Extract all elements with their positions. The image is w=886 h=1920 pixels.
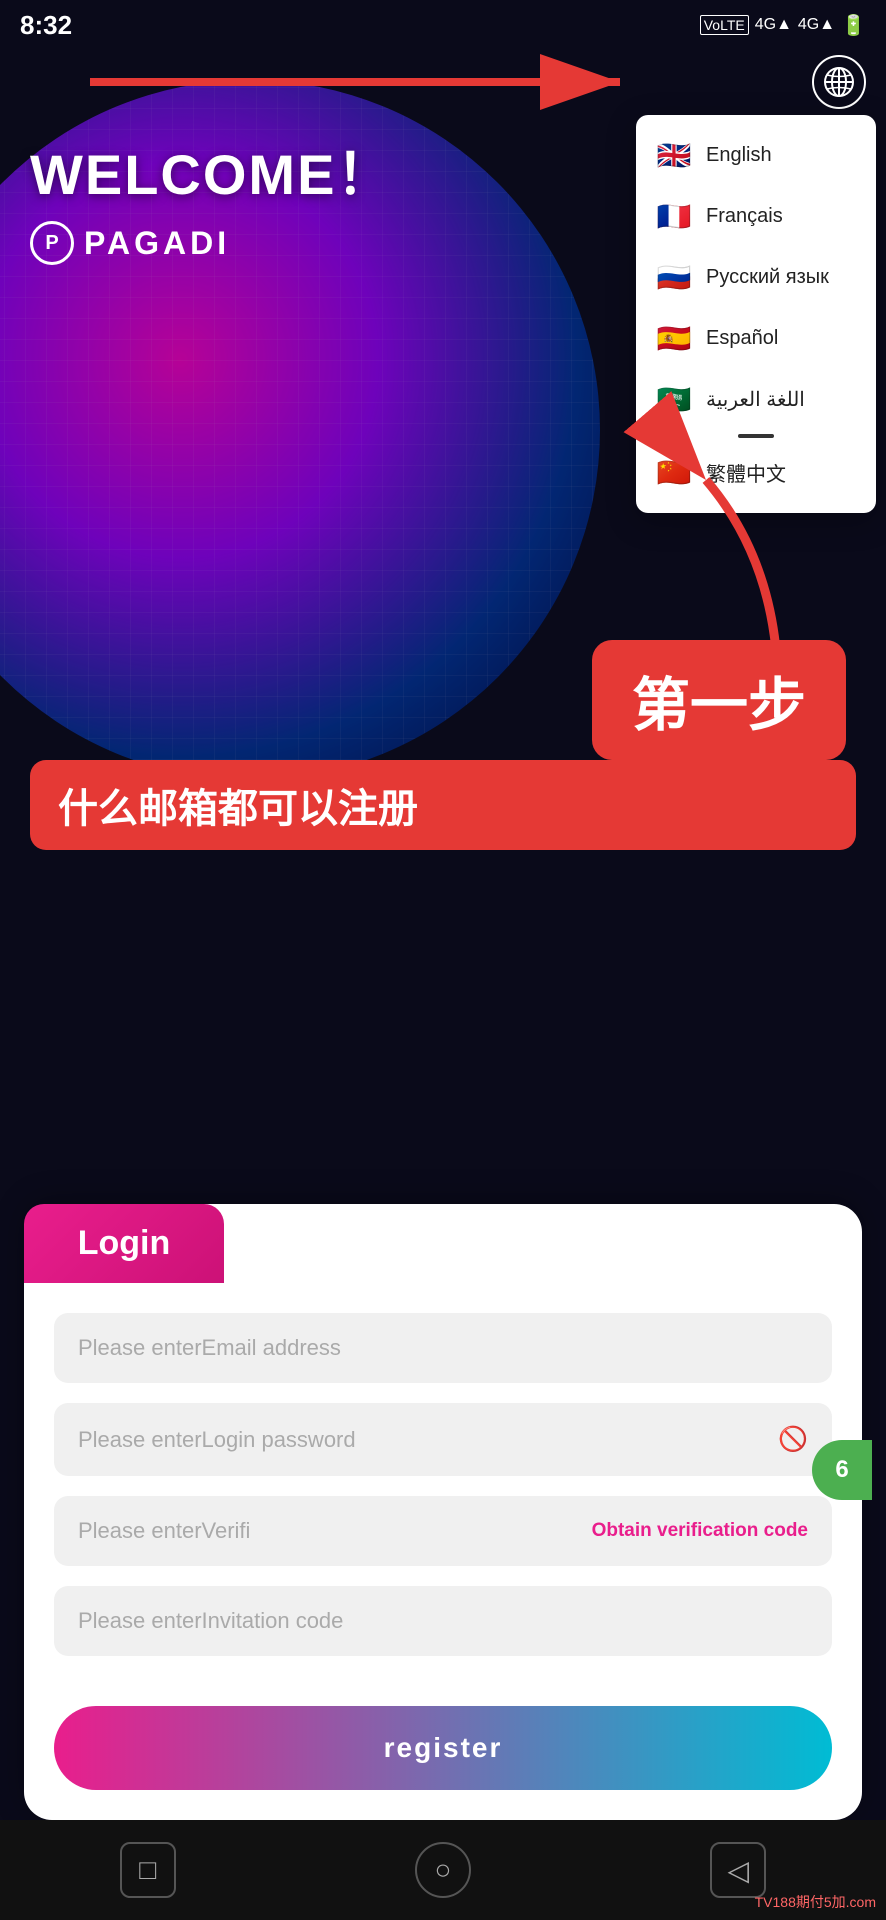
register-label: register bbox=[384, 1732, 503, 1763]
annotation-email: 什么邮箱都可以注册 bbox=[30, 760, 856, 850]
back-arrow-icon: ◁ bbox=[728, 1854, 750, 1887]
status-bar: 8:32 VoLTE 4G▲ 4G▲ 🔋 bbox=[0, 0, 886, 50]
email-input-field[interactable]: Please enterEmail address bbox=[54, 1313, 832, 1383]
register-button[interactable]: register bbox=[54, 1706, 832, 1790]
invitation-placeholder: Please enterInvitation code bbox=[78, 1608, 343, 1634]
lang-label-russian: Русский язык bbox=[706, 266, 829, 289]
annotation-step1: 第一步 bbox=[592, 640, 846, 760]
welcome-section: WELCOME！ P PAGADI bbox=[30, 130, 394, 265]
login-tab-label: Login bbox=[78, 1224, 171, 1262]
lang-item-spanish[interactable]: 🇪🇸 Español bbox=[636, 308, 876, 369]
flag-fr: 🇫🇷 bbox=[656, 200, 692, 233]
lang-divider bbox=[738, 434, 774, 438]
brand-icon: P bbox=[30, 221, 74, 265]
nav-home-button[interactable]: ○ bbox=[415, 1842, 471, 1898]
chat-label: 6 bbox=[835, 1456, 848, 1484]
verify-placeholder: Please enterVerifi bbox=[78, 1518, 250, 1544]
battery-icon: 🔋 bbox=[841, 13, 866, 38]
lang-item-english[interactable]: 🇬🇧 English bbox=[636, 125, 876, 186]
lang-label-arabic: اللغة العربية bbox=[706, 387, 805, 412]
circle-icon: ○ bbox=[435, 1854, 452, 1886]
flag-es: 🇪🇸 bbox=[656, 322, 692, 355]
globe-icon bbox=[822, 65, 856, 99]
status-time: 8:32 bbox=[20, 10, 72, 41]
lang-item-french[interactable]: 🇫🇷 Français bbox=[636, 186, 876, 247]
flag-gb: 🇬🇧 bbox=[656, 139, 692, 172]
email-placeholder: Please enterEmail address bbox=[78, 1335, 341, 1361]
watermark: TV188期付5加.com bbox=[755, 1892, 876, 1912]
lang-label-chinese: 繁體中文 bbox=[706, 458, 786, 487]
login-tab[interactable]: Login bbox=[24, 1204, 224, 1283]
bottom-nav-bar: □ ○ ◁ bbox=[0, 1820, 886, 1920]
password-input-field[interactable]: Please enterLogin password 🚫 bbox=[54, 1403, 832, 1476]
nav-back-button[interactable]: ◁ bbox=[710, 1842, 766, 1898]
welcome-title: WELCOME！ bbox=[30, 130, 394, 211]
email-note-text: 什么邮箱都可以注册 bbox=[58, 787, 418, 831]
volte-icon: VoLTE bbox=[700, 15, 749, 35]
flag-cn: 🇨🇳 bbox=[656, 456, 692, 489]
invitation-input-field[interactable]: Please enterInvitation code bbox=[54, 1586, 832, 1656]
main-card: Login Please enterEmail address Please e… bbox=[24, 1204, 862, 1820]
eye-slash-icon: 🚫 bbox=[778, 1425, 808, 1454]
flag-sa: 🇸🇦 bbox=[656, 383, 692, 416]
globe-button[interactable] bbox=[812, 55, 866, 109]
lang-label-english: English bbox=[706, 144, 772, 167]
square-icon: □ bbox=[139, 1854, 156, 1886]
password-placeholder: Please enterLogin password bbox=[78, 1427, 356, 1453]
signal-4g-icon: 4G▲ bbox=[755, 16, 792, 34]
flag-ru: 🇷🇺 bbox=[656, 261, 692, 294]
lang-item-chinese[interactable]: 🇨🇳 繁體中文 bbox=[636, 442, 876, 503]
chat-button[interactable]: 6 bbox=[812, 1440, 872, 1500]
status-icons: VoLTE 4G▲ 4G▲ 🔋 bbox=[700, 13, 866, 38]
step1-text: 第一步 bbox=[632, 673, 806, 738]
form-area: Please enterEmail address Please enterLo… bbox=[24, 1283, 862, 1686]
lang-label-french: Français bbox=[706, 205, 783, 228]
brand-logo: P PAGADI bbox=[30, 221, 394, 265]
brand-name: PAGADI bbox=[84, 225, 230, 262]
obtain-code-button[interactable]: Obtain verification code bbox=[592, 1520, 808, 1542]
signal-4g2-icon: 4G▲ bbox=[798, 16, 835, 34]
lang-label-spanish: Español bbox=[706, 327, 778, 350]
lang-item-arabic[interactable]: 🇸🇦 اللغة العربية bbox=[636, 369, 876, 430]
nav-square-button[interactable]: □ bbox=[120, 1842, 176, 1898]
language-dropdown: 🇬🇧 English 🇫🇷 Français 🇷🇺 Русский язык 🇪… bbox=[636, 115, 876, 513]
verify-input-field[interactable]: Please enterVerifi Obtain verification c… bbox=[54, 1496, 832, 1566]
lang-item-russian[interactable]: 🇷🇺 Русский язык bbox=[636, 247, 876, 308]
